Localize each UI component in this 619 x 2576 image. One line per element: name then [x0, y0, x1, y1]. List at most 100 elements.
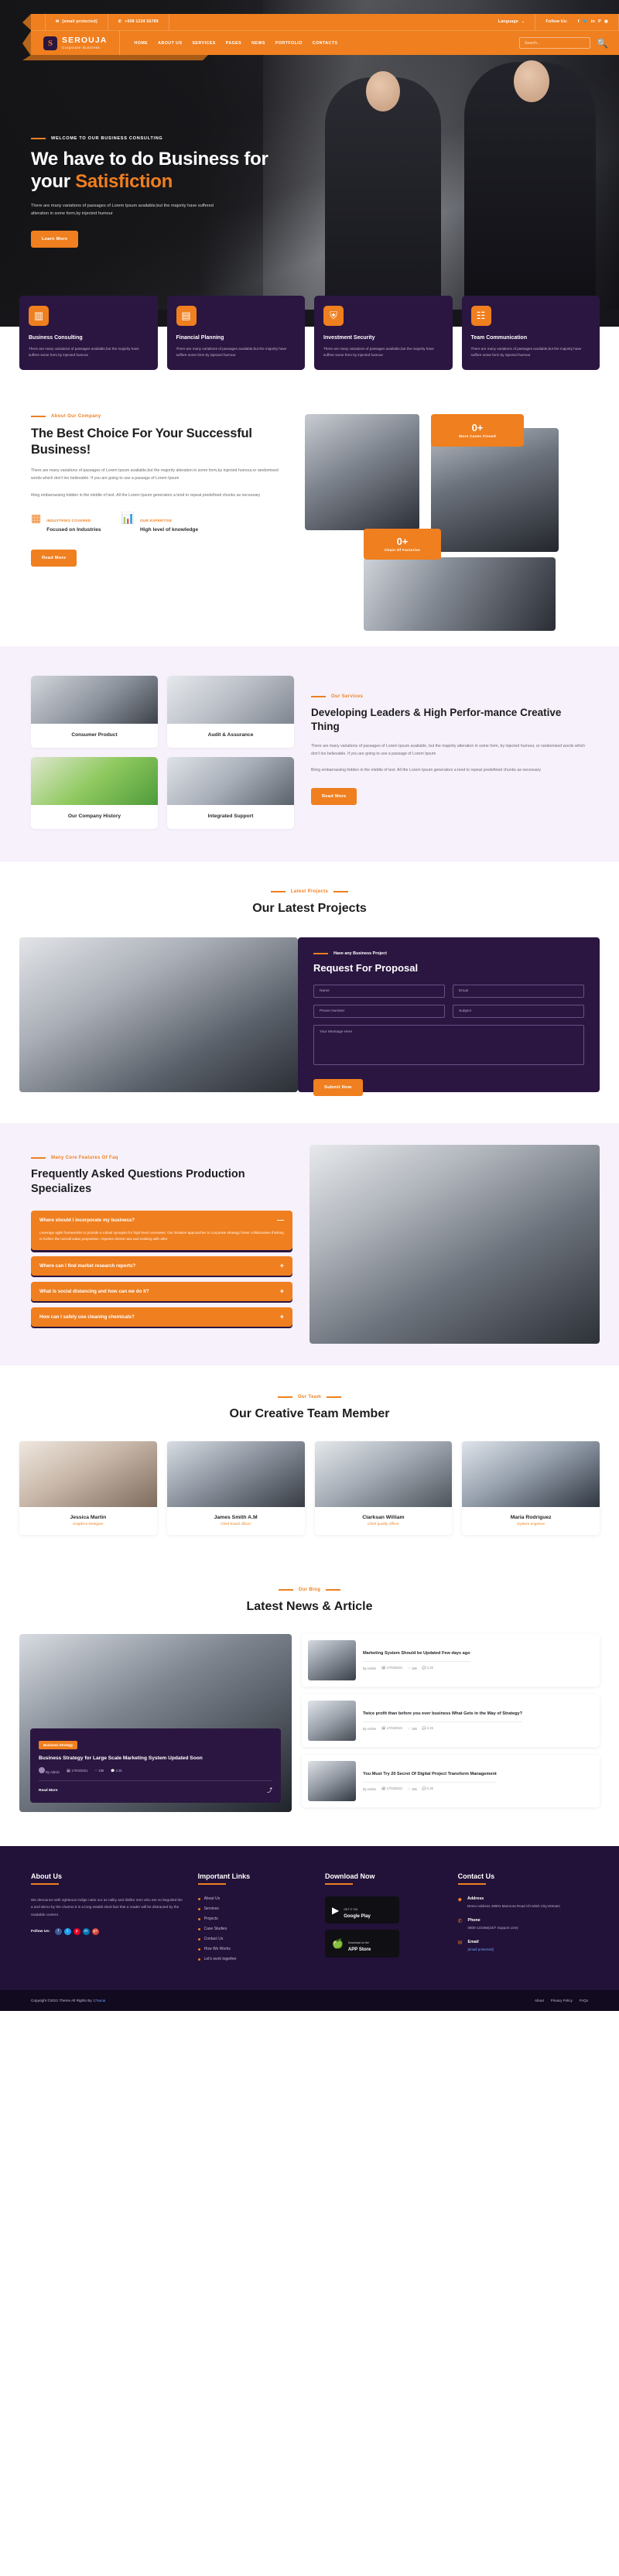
- rfp-submit-button[interactable]: Submit Now: [313, 1079, 363, 1096]
- faq-item[interactable]: What is social distancing and how can we…: [31, 1282, 292, 1302]
- topbar-email[interactable]: ✉ [email protected]: [45, 14, 108, 30]
- search-input[interactable]: [519, 37, 591, 49]
- service-tile[interactable]: Audit & Assurance: [167, 676, 294, 748]
- hero-cta-button[interactable]: Learn More: [31, 231, 79, 248]
- footer-link-item[interactable]: Projects: [197, 1917, 311, 1921]
- rfp-name-input[interactable]: [313, 985, 445, 998]
- footer-link-item[interactable]: How We Works: [197, 1947, 311, 1951]
- app-store-button[interactable]: 🍏 Download on the APP Store: [324, 1930, 399, 1958]
- about-read-more-button[interactable]: Read More: [31, 549, 77, 567]
- app-store-kicker: Download on the: [347, 1941, 369, 1945]
- twitter-icon[interactable]: 🐦: [583, 14, 588, 30]
- language-selector[interactable]: Language ⌄: [488, 14, 536, 30]
- share-icon[interactable]: ⤴: [267, 1786, 272, 1794]
- linkedin-icon[interactable]: in: [591, 14, 595, 30]
- rfp-message-textarea[interactable]: [313, 1025, 584, 1065]
- plus-icon[interactable]: +: [280, 1262, 284, 1269]
- topbar-phone[interactable]: ✆ +008 1234 56789: [108, 14, 169, 30]
- contact-phone[interactable]: ✆ Phone 0800-123456(24/7 Support Line): [458, 1918, 588, 1931]
- rfp-subject-input[interactable]: [453, 1005, 584, 1018]
- faq-item-header[interactable]: Where should I incorporate my business? …: [31, 1211, 292, 1230]
- faq-eyebrow-text: Many Core Features Of Faq: [51, 1156, 118, 1160]
- rfp-phone-input[interactable]: [313, 1005, 445, 1018]
- nav-item-contacts[interactable]: CONTACTS: [313, 41, 338, 46]
- business-couple-photo: [19, 937, 298, 1092]
- about-badge-factories-label: Chain Of Factories: [384, 548, 421, 553]
- featured-post-likes: ♡ 196: [94, 1769, 104, 1773]
- pinterest-icon[interactable]: p: [73, 1927, 80, 1935]
- office-team-photo[interactable]: Business Strategy Business Strategy for …: [19, 1634, 292, 1813]
- footer-link-item[interactable]: About Us: [197, 1896, 311, 1901]
- plus-icon[interactable]: +: [280, 1288, 284, 1295]
- blog-post-row[interactable]: Marketing System Should be Updated Few d…: [302, 1634, 600, 1687]
- team-card[interactable]: Clarksan William Chief quality officer: [314, 1441, 453, 1536]
- footer-link-item[interactable]: Contact Us: [197, 1937, 311, 1941]
- plus-icon[interactable]: +: [280, 1314, 284, 1321]
- footer-about-heading: About Us: [31, 1872, 184, 1886]
- rfp-email-input[interactable]: [453, 985, 584, 998]
- footer-download-heading: Download Now: [324, 1872, 444, 1886]
- service-card[interactable]: ☷ Team Communication There are many vari…: [461, 296, 600, 371]
- facebook-icon[interactable]: f: [54, 1927, 62, 1935]
- search-icon[interactable]: 🔍: [597, 38, 608, 49]
- woman-office-desk-photo: [167, 676, 294, 724]
- service-card[interactable]: ▥ Business Consulting There are many var…: [19, 296, 158, 371]
- footer-link-item[interactable]: Let's work together: [197, 1957, 311, 1961]
- about-eyebrow: About Our Company: [31, 414, 286, 419]
- minus-icon[interactable]: —: [277, 1216, 284, 1224]
- about-title: The Best Choice For Your Successful Busi…: [31, 426, 252, 457]
- faq-item-header[interactable]: How can I safely use cleaning chemicals?…: [31, 1307, 292, 1327]
- services-read-more-button[interactable]: Read More: [311, 788, 357, 806]
- eyebrow-bar: [278, 1589, 293, 1591]
- blog-post-likes: ♡ 196: [408, 1726, 417, 1731]
- copyright-link[interactable]: 17sucai: [93, 1999, 105, 2002]
- google-play-button[interactable]: ▶ GET IT ON Google Play: [324, 1896, 399, 1924]
- about-section: About Our Company The Best Choice For Yo…: [0, 383, 619, 646]
- bullet-icon: [197, 1927, 200, 1930]
- featured-read-more-link[interactable]: Read More: [39, 1789, 58, 1793]
- twitter-icon[interactable]: t: [63, 1927, 71, 1935]
- faq-item-header[interactable]: What is social distancing and how can we…: [31, 1282, 292, 1301]
- eyebrow-bar: [326, 1589, 341, 1591]
- googleplus-icon[interactable]: g+: [91, 1927, 99, 1935]
- footer-about-link[interactable]: About: [535, 1999, 544, 2002]
- blog-post-row[interactable]: Twice profit than before you ever busine…: [302, 1694, 600, 1748]
- linkedin-icon[interactable]: in: [82, 1927, 90, 1935]
- presentation-chart-photo: [31, 757, 158, 805]
- facebook-icon[interactable]: f: [578, 14, 580, 30]
- footer-link-item[interactable]: Case Studies: [197, 1927, 311, 1931]
- site-logo[interactable]: S SEROUJA Corporate Business: [43, 30, 121, 56]
- services-paragraph-1: There are many variations of passages of…: [311, 743, 586, 756]
- featured-post-badge: Business Strategy: [39, 1740, 78, 1749]
- blog-post-row[interactable]: You Must Try 20 Secret Of Digital Projec…: [302, 1755, 600, 1808]
- pinterest-icon[interactable]: P: [598, 14, 601, 30]
- footer-privacy-link[interactable]: Privacy Policy: [551, 1999, 573, 2002]
- service-card[interactable]: ⛨ Investment Security There are many var…: [314, 296, 453, 371]
- footer-link-item[interactable]: Services: [197, 1906, 311, 1911]
- nav-item-services[interactable]: SERVICES: [192, 41, 215, 46]
- contact-email-value[interactable]: [email protected]: [468, 1947, 494, 1953]
- service-tile[interactable]: Our Company History: [31, 757, 158, 829]
- request-proposal-form: Have any Business Project Request For Pr…: [298, 937, 600, 1096]
- team-member-role: Chief quality officer: [368, 1523, 399, 1527]
- nav-item-about-us[interactable]: ABOUT US: [158, 41, 182, 46]
- service-tile[interactable]: Integrated Support: [167, 757, 294, 829]
- nav-item-news[interactable]: NEWS: [251, 41, 265, 46]
- instagram-icon[interactable]: ◉: [604, 14, 608, 30]
- footer-faqs-link[interactable]: FAQs: [580, 1999, 588, 2002]
- team-card[interactable]: Maria Rodriguez System engineer: [462, 1441, 600, 1536]
- faq-item-header[interactable]: Where can I find market research reports…: [31, 1256, 292, 1276]
- team-card[interactable]: James Smith A.M Chief board officer: [166, 1441, 305, 1536]
- team-card[interactable]: Jessica Martin Graphics Designer: [19, 1441, 157, 1536]
- service-card-title: Financial Planning: [176, 335, 224, 341]
- nav-item-pages[interactable]: PAGES: [226, 41, 241, 46]
- faq-item[interactable]: Where should I incorporate my business? …: [31, 1210, 292, 1251]
- faq-item[interactable]: Where can I find market research reports…: [31, 1256, 292, 1276]
- nav-item-portfolio[interactable]: PORTFOLIO: [275, 41, 303, 46]
- faq-item[interactable]: How can I safely use cleaning chemicals?…: [31, 1307, 292, 1327]
- service-card[interactable]: ▤ Financial Planning There are many vari…: [166, 296, 305, 371]
- service-tile[interactable]: Consumer Product: [31, 676, 158, 748]
- nav-item-home[interactable]: HOME: [134, 41, 148, 46]
- services-paragraph-2: Bring embarrassing hidden in the middle …: [311, 767, 542, 772]
- contact-email[interactable]: ✉ Email [email protected]: [458, 1940, 588, 1953]
